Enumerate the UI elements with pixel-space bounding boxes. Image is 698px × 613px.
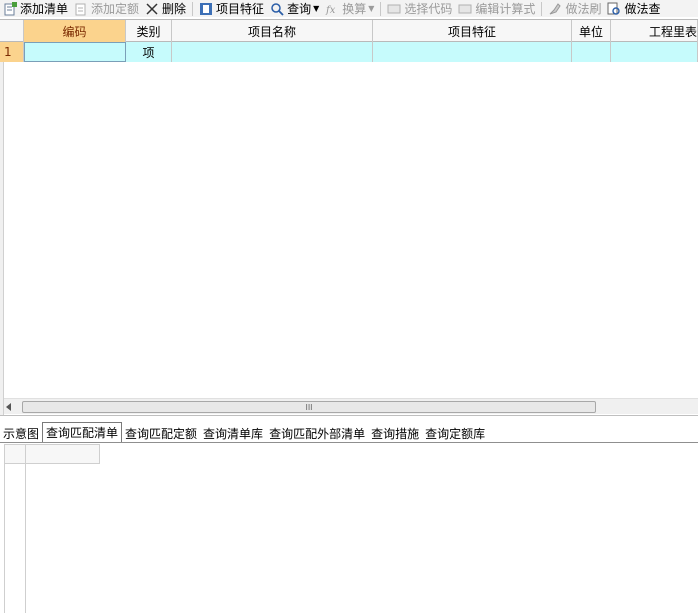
add-list-label: 添加清单	[20, 2, 69, 16]
bottom-panel	[0, 442, 698, 613]
cell-category[interactable]: 项	[126, 42, 172, 62]
edit-formula-label: 编辑计算式	[475, 2, 536, 16]
toolbar-separator	[541, 1, 543, 16]
horizontal-scrollbar[interactable]: III	[4, 398, 698, 414]
item-feature-label: 项目特征	[216, 2, 265, 16]
edit-formula-button[interactable]: 编辑计算式	[455, 0, 538, 17]
chevron-down-icon: ▼	[368, 4, 375, 13]
column-header-feature[interactable]: 项目特征	[373, 20, 572, 42]
tab-query-measures[interactable]: 查询措施	[368, 424, 422, 442]
convert-button[interactable]: fx 换算 ▼	[322, 0, 377, 17]
select-code-icon	[387, 2, 401, 16]
select-code-button[interactable]: 选择代码	[384, 0, 455, 17]
column-header-name[interactable]: 项目名称	[172, 20, 373, 42]
scrollbar-thumb[interactable]: III	[22, 401, 596, 413]
delete-label: 删除	[162, 2, 187, 16]
brush-button[interactable]: 做法刷	[545, 0, 604, 17]
toolbar: 添加清单 添加定额 删除 项目特征 查询 ▼ fx 换算 ▼ 选择代码 编辑计算…	[0, 0, 698, 17]
table-row[interactable]: 1 项	[0, 42, 698, 62]
edit-formula-icon	[458, 2, 472, 16]
tab-schematic[interactable]: 示意图	[0, 424, 42, 442]
cell-quantity[interactable]	[611, 42, 698, 62]
tab-query-match-list[interactable]: 查询匹配清单	[42, 422, 123, 442]
tabs-area: 示意图 查询匹配清单 查询匹配定额 查询清单库 查询匹配外部清单 查询措施 查询…	[0, 415, 698, 443]
bottom-grid-corner[interactable]	[4, 444, 26, 464]
brush-label: 做法刷	[565, 2, 602, 16]
column-header-quantity[interactable]: 工程里表	[611, 20, 698, 42]
cell-feature[interactable]	[373, 42, 572, 62]
add-list-icon	[3, 1, 17, 16]
delete-button[interactable]: 删除	[142, 0, 189, 17]
items-grid: 编码 类别 项目名称 项目特征 单位 工程里表 1 项	[0, 19, 698, 399]
column-header-code[interactable]: 编码	[24, 20, 126, 42]
method-query-button[interactable]: 做法查	[604, 0, 663, 17]
cell-name[interactable]	[172, 42, 373, 62]
query-button[interactable]: 查询 ▼	[267, 0, 322, 17]
formula-icon: fx	[325, 2, 339, 16]
scrollbar-grip: III	[305, 402, 313, 412]
cell-unit[interactable]	[572, 42, 611, 62]
add-quota-icon	[74, 2, 88, 16]
search-icon	[270, 2, 284, 16]
query-label: 查询	[287, 2, 312, 16]
row-number-header[interactable]	[0, 20, 24, 42]
bottom-grid-header-cell[interactable]	[26, 444, 100, 464]
add-list-button[interactable]: 添加清单	[0, 0, 71, 17]
bottom-grid-row-header	[4, 464, 26, 613]
tab-query-match-quota[interactable]: 查询匹配定额	[122, 424, 200, 442]
brush-icon	[548, 2, 562, 16]
item-feature-icon	[199, 2, 213, 16]
tab-strip: 示意图 查询匹配清单 查询匹配定额 查询清单库 查询匹配外部清单 查询措施 查询…	[0, 422, 488, 442]
chevron-down-icon: ▼	[313, 4, 320, 13]
column-header-unit[interactable]: 单位	[572, 20, 611, 42]
method-query-label: 做法查	[624, 2, 661, 16]
delete-icon	[145, 2, 159, 16]
method-query-icon	[607, 2, 621, 16]
tab-query-list-lib[interactable]: 查询清单库	[200, 424, 266, 442]
svg-text:fx: fx	[325, 5, 336, 16]
grid-header: 编码 类别 项目名称 项目特征 单位 工程里表	[0, 20, 698, 42]
add-quota-label: 添加定额	[91, 2, 140, 16]
add-quota-button[interactable]: 添加定额	[71, 0, 142, 17]
toolbar-separator	[380, 1, 382, 16]
column-header-category[interactable]: 类别	[126, 20, 172, 42]
scroll-left-icon[interactable]	[6, 403, 11, 411]
tab-query-quota-lib[interactable]: 查询定额库	[422, 424, 488, 442]
tab-query-match-external[interactable]: 查询匹配外部清单	[266, 424, 368, 442]
item-feature-button[interactable]: 项目特征	[196, 0, 267, 17]
cell-code[interactable]	[24, 42, 126, 62]
row-number[interactable]: 1	[0, 42, 24, 62]
select-code-label: 选择代码	[404, 2, 453, 16]
toolbar-separator	[192, 1, 194, 16]
convert-label: 换算	[342, 2, 367, 16]
